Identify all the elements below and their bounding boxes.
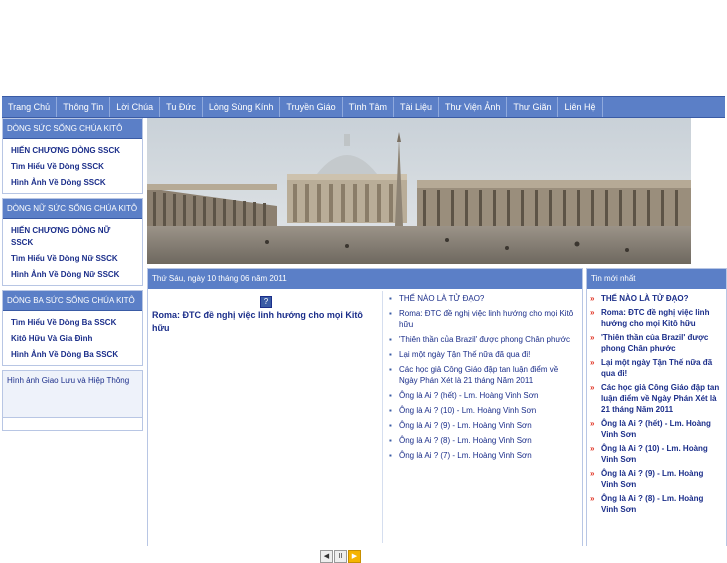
latest-news-item[interactable]: » Ông là Ai ? (hết) - Lm. Hoàng Vinh Sơn [587,417,726,442]
news-list-item[interactable]: 'Thiên thần của Brazil' được phong Chân … [383,332,581,347]
main-nav: Trang Chủ Thông Tin Lời Chúa Tu Đức Lòng… [2,96,725,118]
sidebar-box-title[interactable]: Hình ảnh Giao Lưu và Hiệp Thông [3,371,142,418]
latest-news-item[interactable]: » Ông là Ai ? (9) - Lm. Hoàng Vinh Sơn [587,467,726,492]
news-list-item[interactable]: Các học giả Công Giáo đập tan luận điểm … [383,362,581,388]
news-list-item[interactable]: Roma: ĐTC đề nghị việc linh hướng cho mọ… [383,306,581,332]
sidebar-box-dong-nu-ssck: DÒNG NỮ SỨC SỐNG CHÚA KITÔ HIẾN CHƯƠNG D… [2,198,143,286]
latest-news-item[interactable]: » THẾ NÀO LÀ TỬ ĐẠO? [587,292,726,306]
sidebar-link[interactable]: HIẾN CHƯƠNG DÒNG SSCK [3,143,142,159]
latest-news-item[interactable]: » Các học giả Công Giáo đập tan luận điểm… [587,381,726,417]
latest-news-item[interactable]: » Ông là Ai ? (8) - Lm. Hoàng Vinh Sơn [587,492,726,517]
sidebar-box-title: DÒNG BA SỨC SỐNG CHÚA KITÔ [3,291,142,311]
nav-item-tinh-tam[interactable]: Tình Tâm [343,97,394,117]
prev-icon[interactable]: ◀ [320,550,333,563]
arrow-icon: » [590,383,595,392]
featured-article: ? Roma: ĐTC đề nghị việc linh hướng cho … [148,291,382,563]
slideshow-controls: ◀ II ▶ [320,550,361,563]
news-panel: Thứ Sáu, ngày 10 tháng 06 năm 2011 ? Rom… [147,268,583,563]
banner-image [147,118,691,264]
nav-item-trang-chu[interactable]: Trang Chủ [2,97,58,117]
nav-item-tu-duc[interactable]: Tu Đức [160,97,203,117]
latest-news-panel: Tin mới nhất » THẾ NÀO LÀ TỬ ĐẠO? » Roma: … [586,268,727,546]
sidebar-link[interactable]: Tìm Hiểu Về Dòng Nữ SSCK [3,251,142,267]
sidebar-box-title: DÒNG SỨC SỐNG CHÚA KITÔ [3,119,142,139]
arrow-icon: » [590,444,595,453]
sidebar-box-dong-ssck: DÒNG SỨC SỐNG CHÚA KITÔ HIẾN CHƯƠNG DÒNG… [2,118,143,194]
news-list-item[interactable]: Lại một ngày Tận Thế nữa đã qua đi! [383,347,581,362]
date-header: Thứ Sáu, ngày 10 tháng 06 năm 2011 [148,269,582,289]
nav-item-thu-vien-anh[interactable]: Thư Viện Ảnh [439,97,508,117]
latest-news-item[interactable]: » Roma: ĐTC đề nghị việc linh hướng cho m… [587,306,726,331]
sidebar-link[interactable]: Hình Ảnh Về Dòng SSCK [3,175,142,191]
news-list-item[interactable]: Ông là Ai ? (9) - Lm. Hoàng Vinh Sơn [383,418,581,433]
sidebar-link[interactable]: Tìm Hiểu Về Dòng Ba SSCK [3,315,142,331]
arrow-icon: » [590,469,595,478]
news-list-item[interactable]: Ông là Ai ? (10) - Lm. Hoàng Vinh Sơn [383,403,581,418]
arrow-icon: » [590,419,595,428]
nav-item-thong-tin[interactable]: Thông Tin [57,97,111,117]
nav-item-tai-lieu[interactable]: Tài Liệu [394,97,440,117]
nav-item-truyen-giao[interactable]: Truyền Giáo [280,97,343,117]
left-sidebar: DÒNG SỨC SỐNG CHÚA KITÔ HIẾN CHƯƠNG DÒNG… [2,118,143,435]
featured-article-title[interactable]: Roma: ĐTC đề nghị việc linh hướng cho mọ… [152,309,382,335]
arrow-icon: » [590,358,595,367]
arrow-icon: » [590,294,595,303]
latest-news-item[interactable]: » Ông là Ai ? (10) - Lm. Hoàng Vinh Sơn [587,442,726,467]
news-list-item[interactable]: Ông là Ai ? (8) - Lm. Hoàng Vinh Sơn [383,433,581,448]
help-icon[interactable]: ? [260,296,272,308]
sidebar-box-giao-luu: Hình ảnh Giao Lưu và Hiệp Thông [2,370,143,431]
arrow-icon: » [590,494,595,503]
news-list: THẾ NÀO LÀ TỬ ĐẠO? Roma: ĐTC đề nghị việ… [382,291,581,543]
latest-news-item[interactable]: » Lại một ngày Tận Thế nữa đã qua đi! [587,356,726,381]
pause-icon[interactable]: II [334,550,347,563]
arrow-icon: » [590,333,595,342]
sidebar-link[interactable]: Hình Ảnh Về Dòng Ba SSCK [3,347,142,363]
sidebar-link[interactable]: Tìm Hiểu Về Dòng SSCK [3,159,142,175]
sidebar-link[interactable]: Hình Ảnh Về Dòng Nữ SSCK [3,267,142,283]
latest-news-item[interactable]: » 'Thiên thần của Brazil' được phong Chân… [587,331,726,356]
latest-news-title: Tin mới nhất [587,269,726,289]
nav-item-lien-he[interactable]: Liên Hệ [558,97,603,117]
sidebar-link[interactable]: HIẾN CHƯƠNG DÒNG NỮ SSCK [3,223,142,251]
nav-item-thu-gian[interactable]: Thư Giãn [507,97,559,117]
nav-item-loi-chua[interactable]: Lời Chúa [110,97,161,117]
news-list-item[interactable]: Ông là Ai ? (7) - Lm. Hoàng Vinh Sơn [383,448,581,463]
sidebar-box-dong-ba-ssck: DÒNG BA SỨC SỐNG CHÚA KITÔ Tìm Hiểu Về D… [2,290,143,366]
nav-item-long-sung-kinh[interactable]: Lòng Sùng Kính [203,97,281,117]
sidebar-link[interactable]: Kitô Hữu Và Gia Đình [3,331,142,347]
news-list-item[interactable]: Ông là Ai ? (hết) - Lm. Hoàng Vinh Sơn [383,388,581,403]
sidebar-box-title: DÒNG NỮ SỨC SỐNG CHÚA KITÔ [3,199,142,219]
arrow-icon: » [590,308,595,317]
news-list-item[interactable]: THẾ NÀO LÀ TỬ ĐẠO? [383,291,581,306]
st-peters-square-photo [147,118,691,264]
next-icon[interactable]: ▶ [348,550,361,563]
